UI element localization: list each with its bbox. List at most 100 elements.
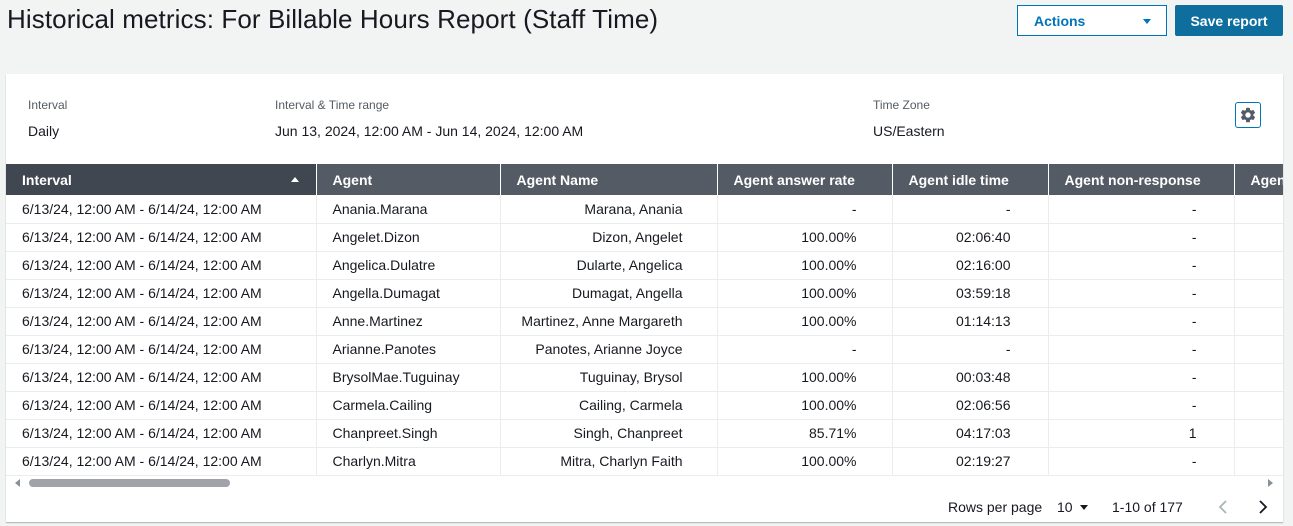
cell-answer-rate: - <box>717 195 893 224</box>
cell-truncated-column <box>1234 279 1283 308</box>
table-row[interactable]: 6/13/24, 12:00 AM - 6/14/24, 12:00 AM Ang… <box>6 251 1283 280</box>
interval-label: Interval <box>28 98 68 112</box>
cell-interval: 6/13/24, 12:00 AM - 6/14/24, 12:00 AM <box>6 251 317 280</box>
cell-answer-rate: 100.00% <box>717 307 893 336</box>
horizontal-scrollbar[interactable] <box>6 476 1283 490</box>
metrics-table: Interval Agent Agent Name Agent answer r… <box>6 164 1283 476</box>
next-page-button[interactable] <box>1255 498 1271 516</box>
caret-down-icon <box>1079 505 1088 510</box>
table-row[interactable]: 6/13/24, 12:00 AM - 6/14/24, 12:00 AM Ari… <box>6 335 1283 364</box>
rows-per-page-label: Rows per page <box>948 499 1043 515</box>
cell-agent: BrysolMae.Tuguinay <box>316 363 501 392</box>
cell-interval: 6/13/24, 12:00 AM - 6/14/24, 12:00 AM <box>6 391 317 420</box>
cell-interval: 6/13/24, 12:00 AM - 6/14/24, 12:00 AM <box>6 447 317 476</box>
cell-interval: 6/13/24, 12:00 AM - 6/14/24, 12:00 AM <box>6 363 317 392</box>
cell-interval: 6/13/24, 12:00 AM - 6/14/24, 12:00 AM <box>6 195 317 224</box>
column-header-agent-idle-time[interactable]: Agent idle time <box>892 164 1049 195</box>
cell-interval: 6/13/24, 12:00 AM - 6/14/24, 12:00 AM <box>6 419 317 448</box>
cell-agent-name: Martinez, Anne Margareth <box>500 307 718 336</box>
table-row[interactable]: 6/13/24, 12:00 AM - 6/14/24, 12:00 AM Ang… <box>6 279 1283 308</box>
cell-agent: Chanpreet.Singh <box>316 419 501 448</box>
save-report-button[interactable]: Save report <box>1175 5 1283 36</box>
cell-truncated-column <box>1234 195 1283 224</box>
report-card: Interval Daily Interval & Time range Jun… <box>6 74 1283 522</box>
cell-interval: 6/13/24, 12:00 AM - 6/14/24, 12:00 AM <box>6 307 317 336</box>
actions-dropdown-button[interactable]: Actions <box>1017 5 1167 36</box>
cell-truncated-column <box>1234 307 1283 336</box>
cell-idle-time: 01:14:13 <box>892 307 1049 336</box>
cell-idle-time: 03:59:18 <box>892 279 1049 308</box>
cell-agent: Anania.Marana <box>316 195 501 224</box>
cell-truncated-column <box>1234 363 1283 392</box>
column-header-agent-truncated[interactable]: Agen <box>1234 164 1283 195</box>
cell-answer-rate: 100.00% <box>717 279 893 308</box>
column-header-agent-name[interactable]: Agent Name <box>500 164 718 195</box>
table-row[interactable]: 6/13/24, 12:00 AM - 6/14/24, 12:00 AM Ann… <box>6 307 1283 336</box>
table-row[interactable]: 6/13/24, 12:00 AM - 6/14/24, 12:00 AM Cha… <box>6 419 1283 448</box>
column-header-agent-non-response[interactable]: Agent non-response <box>1048 164 1235 195</box>
gear-icon <box>1240 107 1256 123</box>
table-row[interactable]: 6/13/24, 12:00 AM - 6/14/24, 12:00 AM Bry… <box>6 363 1283 392</box>
column-header-agent[interactable]: Agent <box>316 164 501 195</box>
cell-answer-rate: 100.00% <box>717 223 893 252</box>
table-settings-button[interactable] <box>1235 102 1261 128</box>
table-body: 6/13/24, 12:00 AM - 6/14/24, 12:00 AM Ana… <box>6 195 1283 476</box>
cell-idle-time: 00:03:48 <box>892 363 1049 392</box>
cell-idle-time: 02:06:40 <box>892 223 1049 252</box>
cell-agent: Anne.Martinez <box>316 307 501 336</box>
table-row[interactable]: 6/13/24, 12:00 AM - 6/14/24, 12:00 AM Cha… <box>6 447 1283 476</box>
timezone-value: US/Eastern <box>873 123 945 139</box>
cell-answer-rate: 100.00% <box>717 363 893 392</box>
table-row[interactable]: 6/13/24, 12:00 AM - 6/14/24, 12:00 AM Car… <box>6 391 1283 420</box>
cell-agent-name: Dumagat, Angella <box>500 279 718 308</box>
page-title: Historical metrics: For Billable Hours R… <box>7 4 659 34</box>
time-range-value: Jun 13, 2024, 12:00 AM - Jun 14, 2024, 1… <box>275 123 584 139</box>
cell-idle-time: 02:06:56 <box>892 391 1049 420</box>
timezone-label: Time Zone <box>873 98 930 112</box>
cell-truncated-column <box>1234 223 1283 252</box>
column-header-agent-answer-rate[interactable]: Agent answer rate <box>717 164 893 195</box>
scroll-left-arrow-icon[interactable] <box>15 479 20 487</box>
cell-agent: Angelica.Dulatre <box>316 251 501 280</box>
cell-truncated-column <box>1234 419 1283 448</box>
cell-agent-name: Panotes, Arianne Joyce <box>500 335 718 364</box>
cell-interval: 6/13/24, 12:00 AM - 6/14/24, 12:00 AM <box>6 279 317 308</box>
time-range-label: Interval & Time range <box>275 98 390 112</box>
cell-answer-rate: 85.71% <box>717 419 893 448</box>
cell-idle-time: 04:17:03 <box>892 419 1049 448</box>
table-header-row: Interval Agent Agent Name Agent answer r… <box>6 164 1283 195</box>
cell-idle-time: 02:19:27 <box>892 447 1049 476</box>
chevron-right-icon <box>1259 500 1268 514</box>
cell-agent: Angella.Dumagat <box>316 279 501 308</box>
previous-page-button[interactable] <box>1215 498 1231 516</box>
cell-agent: Angelet.Dizon <box>316 223 501 252</box>
cell-non-response: - <box>1048 363 1235 392</box>
cell-agent-name: Dularte, Angelica <box>500 251 718 280</box>
cell-agent: Charlyn.Mitra <box>316 447 501 476</box>
cell-truncated-column <box>1234 335 1283 364</box>
cell-answer-rate: - <box>717 335 893 364</box>
cell-non-response: - <box>1048 335 1235 364</box>
cell-non-response: - <box>1048 223 1235 252</box>
scrollbar-thumb[interactable] <box>29 479 230 487</box>
pagination-range: 1-10 of 177 <box>1112 499 1183 515</box>
cell-idle-time: - <box>892 195 1049 224</box>
cell-agent: Arianne.Panotes <box>316 335 501 364</box>
cell-answer-rate: 100.00% <box>717 251 893 280</box>
rows-per-page-select[interactable]: 10 <box>1057 499 1088 515</box>
cell-agent-name: Singh, Chanpreet <box>500 419 718 448</box>
cell-idle-time: 02:16:00 <box>892 251 1049 280</box>
cell-answer-rate: 100.00% <box>717 391 893 420</box>
cell-non-response: - <box>1048 251 1235 280</box>
cell-answer-rate: 100.00% <box>717 447 893 476</box>
sort-ascending-icon <box>290 177 299 182</box>
cell-agent-name: Dizon, Angelet <box>500 223 718 252</box>
table-row[interactable]: 6/13/24, 12:00 AM - 6/14/24, 12:00 AM Ana… <box>6 195 1283 224</box>
scroll-right-arrow-icon[interactable] <box>1268 479 1273 487</box>
cell-truncated-column <box>1234 251 1283 280</box>
cell-interval: 6/13/24, 12:00 AM - 6/14/24, 12:00 AM <box>6 335 317 364</box>
column-header-interval[interactable]: Interval <box>6 164 317 195</box>
cell-agent-name: Cailing, Carmela <box>500 391 718 420</box>
table-row[interactable]: 6/13/24, 12:00 AM - 6/14/24, 12:00 AM Ang… <box>6 223 1283 252</box>
chevron-left-icon <box>1218 500 1227 514</box>
